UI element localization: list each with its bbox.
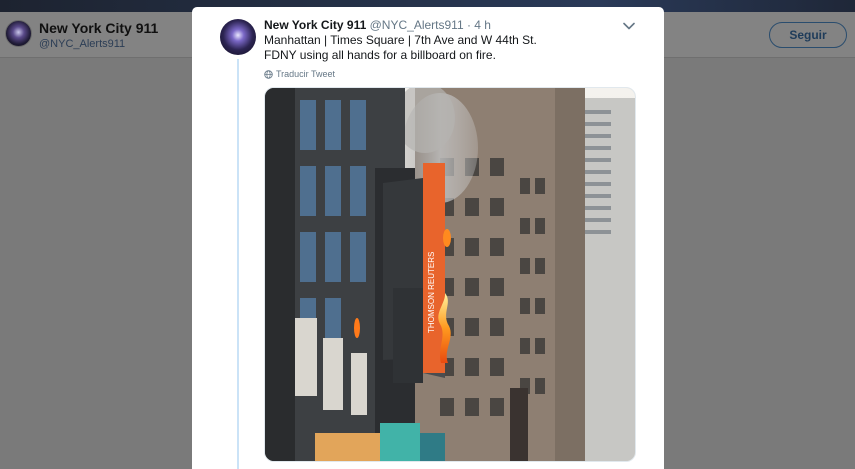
globe-icon <box>264 69 273 79</box>
profile-handle: @NYC_Alerts911 <box>39 38 126 50</box>
thread-line <box>237 59 239 469</box>
tweet-author-meta[interactable]: @NYC_Alerts911 · 4 h <box>370 18 491 32</box>
translate-label: Traducir Tweet <box>276 69 336 79</box>
translate-tweet-link[interactable]: Traducir Tweet <box>264 69 335 79</box>
profile-avatar[interactable] <box>5 20 32 47</box>
follow-button[interactable]: Seguir <box>769 22 847 48</box>
tweet-author-name[interactable]: New York City 911 <box>264 18 366 32</box>
chevron-down-icon[interactable] <box>620 18 638 34</box>
tweet-text: Manhattan | Times Square | 7th Ave and W… <box>264 33 644 63</box>
tweet-photo[interactable]: THOMSON REUTERS <box>264 87 636 462</box>
billboard-sign-text: THOMSON REUTERS <box>427 252 436 333</box>
tweet-author-avatar[interactable] <box>220 19 256 55</box>
tweet-modal: New York City 911 @NYC_Alerts911 · 4 h M… <box>192 7 664 469</box>
tweet-text-line: Manhattan | Times Square | 7th Ave and W… <box>264 33 537 47</box>
tweet-header: New York City 911 @NYC_Alerts911 · 4 h <box>264 18 491 32</box>
profile-name: New York City 911 <box>39 20 159 36</box>
tweet-text-line: FDNY using all hands for a billboard on … <box>264 48 496 62</box>
